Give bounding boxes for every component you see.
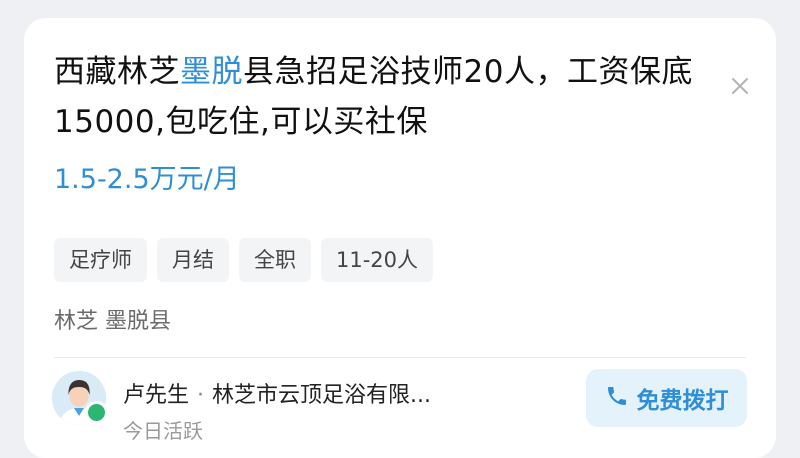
tag-item: 全职 <box>239 238 311 282</box>
tag-list: 足疗师 月结 全职 11-20人 <box>54 238 434 282</box>
free-call-button[interactable]: 免费拨打 <box>586 369 747 427</box>
close-icon[interactable] <box>726 72 754 100</box>
contact-separator: · <box>197 383 205 408</box>
call-button-label: 免费拨打 <box>636 388 729 414</box>
tag-item: 月结 <box>157 238 229 282</box>
divider <box>54 357 746 358</box>
tag-item: 11-20人 <box>321 238 434 282</box>
contact-info: 卢先生 · 林芝市云顶足浴有限... <box>123 380 431 412</box>
job-card[interactable]: 西藏林芝墨脱县急招足浴技师20人，工资保底15000,包吃住,可以买社保 1.5… <box>24 18 776 458</box>
title-prefix: 西藏林芝 <box>54 54 180 90</box>
title-highlight: 墨脱 <box>180 54 243 90</box>
company-name: 林芝市云顶足浴有限... <box>212 383 431 408</box>
contact-name: 卢先生 <box>123 383 190 408</box>
salary: 1.5-2.5万元/月 <box>54 164 240 195</box>
job-location: 林芝 墨脱县 <box>54 309 171 334</box>
phone-icon <box>605 384 629 412</box>
tag-item: 足疗师 <box>54 238 147 282</box>
job-title[interactable]: 西藏林芝墨脱县急招足浴技师20人，工资保底15000,包吃住,可以买社保 <box>54 47 694 147</box>
